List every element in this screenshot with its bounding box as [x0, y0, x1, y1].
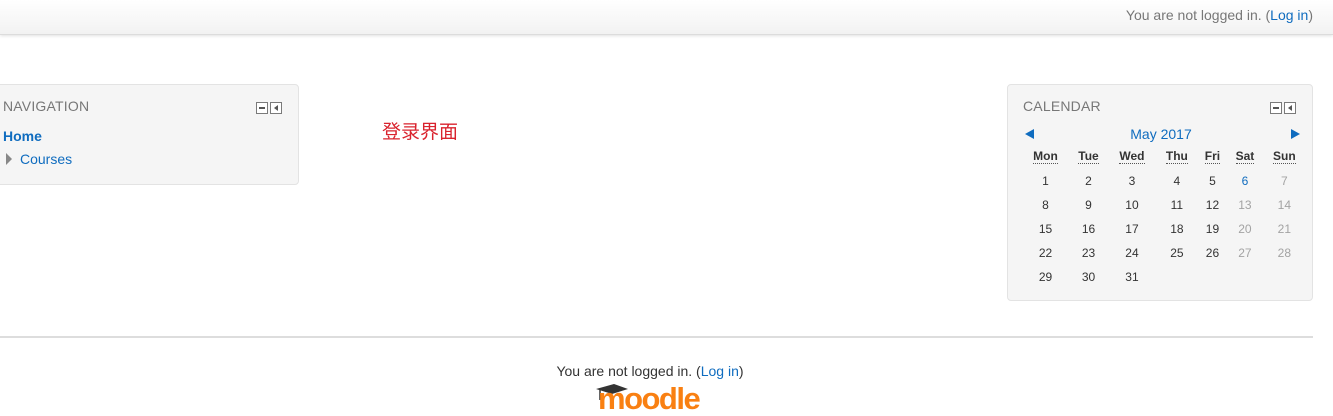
- calendar-week-row: 8 9 10 11 12 13 14: [1022, 193, 1306, 217]
- weekday-sun: Sun: [1273, 149, 1296, 164]
- navigation-controls: [256, 102, 282, 114]
- collapse-block-icon[interactable]: [256, 102, 268, 114]
- calendar-day: 4: [1173, 174, 1181, 188]
- calendar-day: [1227, 265, 1263, 289]
- navigation-title: NAVIGATION: [3, 98, 90, 114]
- login-info: You are not logged in. (Log in): [1126, 7, 1313, 23]
- footer-login-info: You are not logged in. (Log in): [0, 363, 1300, 379]
- calendar-weekday-row: Mon Tue Wed Thu Fri Sat Sun: [1022, 149, 1306, 169]
- login-info-close: ): [1308, 7, 1313, 23]
- nav-home-link[interactable]: Home: [3, 128, 42, 144]
- calendar-day: 11: [1170, 198, 1184, 212]
- calendar-day: 2: [1085, 174, 1092, 188]
- calendar-day: 17: [1125, 222, 1139, 236]
- weekday-sat: Sat: [1235, 149, 1255, 164]
- calendar-block: CALENDAR May 2017 Mon Tue Wed Thu Fri Sa…: [1007, 84, 1313, 301]
- calendar-week-row: 15 16 17 18 19 20 21: [1022, 217, 1306, 241]
- calendar-day: 23: [1081, 246, 1096, 260]
- calendar-day: 28: [1277, 246, 1292, 260]
- moodle-logo[interactable]: moodle: [594, 378, 708, 414]
- calendar-day: 31: [1125, 270, 1139, 284]
- calendar-day: 15: [1038, 222, 1053, 236]
- calendar-title: CALENDAR: [1023, 98, 1101, 114]
- calendar-day: 22: [1038, 246, 1053, 260]
- calendar-day: 9: [1085, 198, 1092, 212]
- footer-divider: [0, 336, 1313, 338]
- weekday-tue: Tue: [1078, 149, 1099, 164]
- calendar-day: [1156, 265, 1198, 289]
- main-content-text: 登录界面: [382, 122, 459, 143]
- calendar-day: 26: [1205, 246, 1220, 260]
- calendar-controls: [1270, 102, 1296, 114]
- calendar-day-today[interactable]: 6: [1227, 169, 1263, 193]
- calendar-grid: Mon Tue Wed Thu Fri Sat Sun 1 2 3 4 5 6 …: [1022, 149, 1306, 289]
- calendar-day: 19: [1205, 222, 1220, 236]
- calendar-week-row: 29 30 31: [1022, 265, 1306, 289]
- weekday-fri: Fri: [1204, 149, 1221, 164]
- calendar-day: [1198, 265, 1227, 289]
- calendar-day: 21: [1277, 222, 1292, 236]
- calendar-header: May 2017: [1022, 126, 1300, 142]
- calendar-day: 25: [1170, 246, 1184, 260]
- moodle-wordmark: moodle: [598, 381, 700, 414]
- login-info-text: You are not logged in. (: [1125, 7, 1271, 23]
- calendar-day: 7: [1281, 174, 1288, 188]
- calendar-day: 16: [1081, 222, 1096, 236]
- calendar-week-row: 1 2 3 4 5 6 7: [1022, 169, 1306, 193]
- footer-login-text: You are not logged in. (: [556, 363, 701, 379]
- calendar-day: 20: [1238, 222, 1252, 236]
- calendar-week-row: 22 23 24 25 26 27 28: [1022, 241, 1306, 265]
- calendar-day: 24: [1125, 246, 1139, 260]
- calendar-day: 13: [1238, 198, 1252, 212]
- login-link[interactable]: Log in: [1270, 7, 1308, 23]
- dock-block-icon[interactable]: [270, 102, 282, 114]
- nav-courses-link[interactable]: Courses: [20, 151, 72, 167]
- navigation-block: NAVIGATION Home Courses: [0, 84, 299, 185]
- calendar-day: 1: [1042, 174, 1049, 188]
- weekday-mon: Mon: [1033, 149, 1058, 164]
- calendar-day: 14: [1277, 198, 1292, 212]
- expand-arrow-icon[interactable]: [6, 153, 12, 165]
- calendar-day: [1263, 265, 1306, 289]
- calendar-day: 18: [1170, 222, 1184, 236]
- dock-block-icon[interactable]: [1284, 102, 1296, 114]
- calendar-month-link[interactable]: May 2017: [1022, 126, 1300, 142]
- footer-login-close: ): [738, 363, 744, 379]
- calendar-day: 10: [1125, 198, 1139, 212]
- calendar-day: 29: [1038, 270, 1053, 284]
- weekday-wed: Wed: [1119, 149, 1145, 164]
- calendar-day: 27: [1238, 246, 1252, 260]
- next-month-icon[interactable]: [1291, 129, 1300, 139]
- calendar-day: 12: [1205, 198, 1220, 212]
- calendar-day: 5: [1209, 174, 1216, 188]
- calendar-day: 3: [1128, 174, 1136, 188]
- calendar-day: 30: [1081, 270, 1096, 284]
- weekday-thu: Thu: [1165, 149, 1188, 164]
- nav-courses-item[interactable]: Courses: [6, 151, 72, 167]
- calendar-day: 8: [1042, 198, 1049, 212]
- collapse-block-icon[interactable]: [1270, 102, 1282, 114]
- top-navbar: You are not logged in. (Log in): [0, 0, 1333, 35]
- footer-login-link[interactable]: Log in: [701, 363, 739, 379]
